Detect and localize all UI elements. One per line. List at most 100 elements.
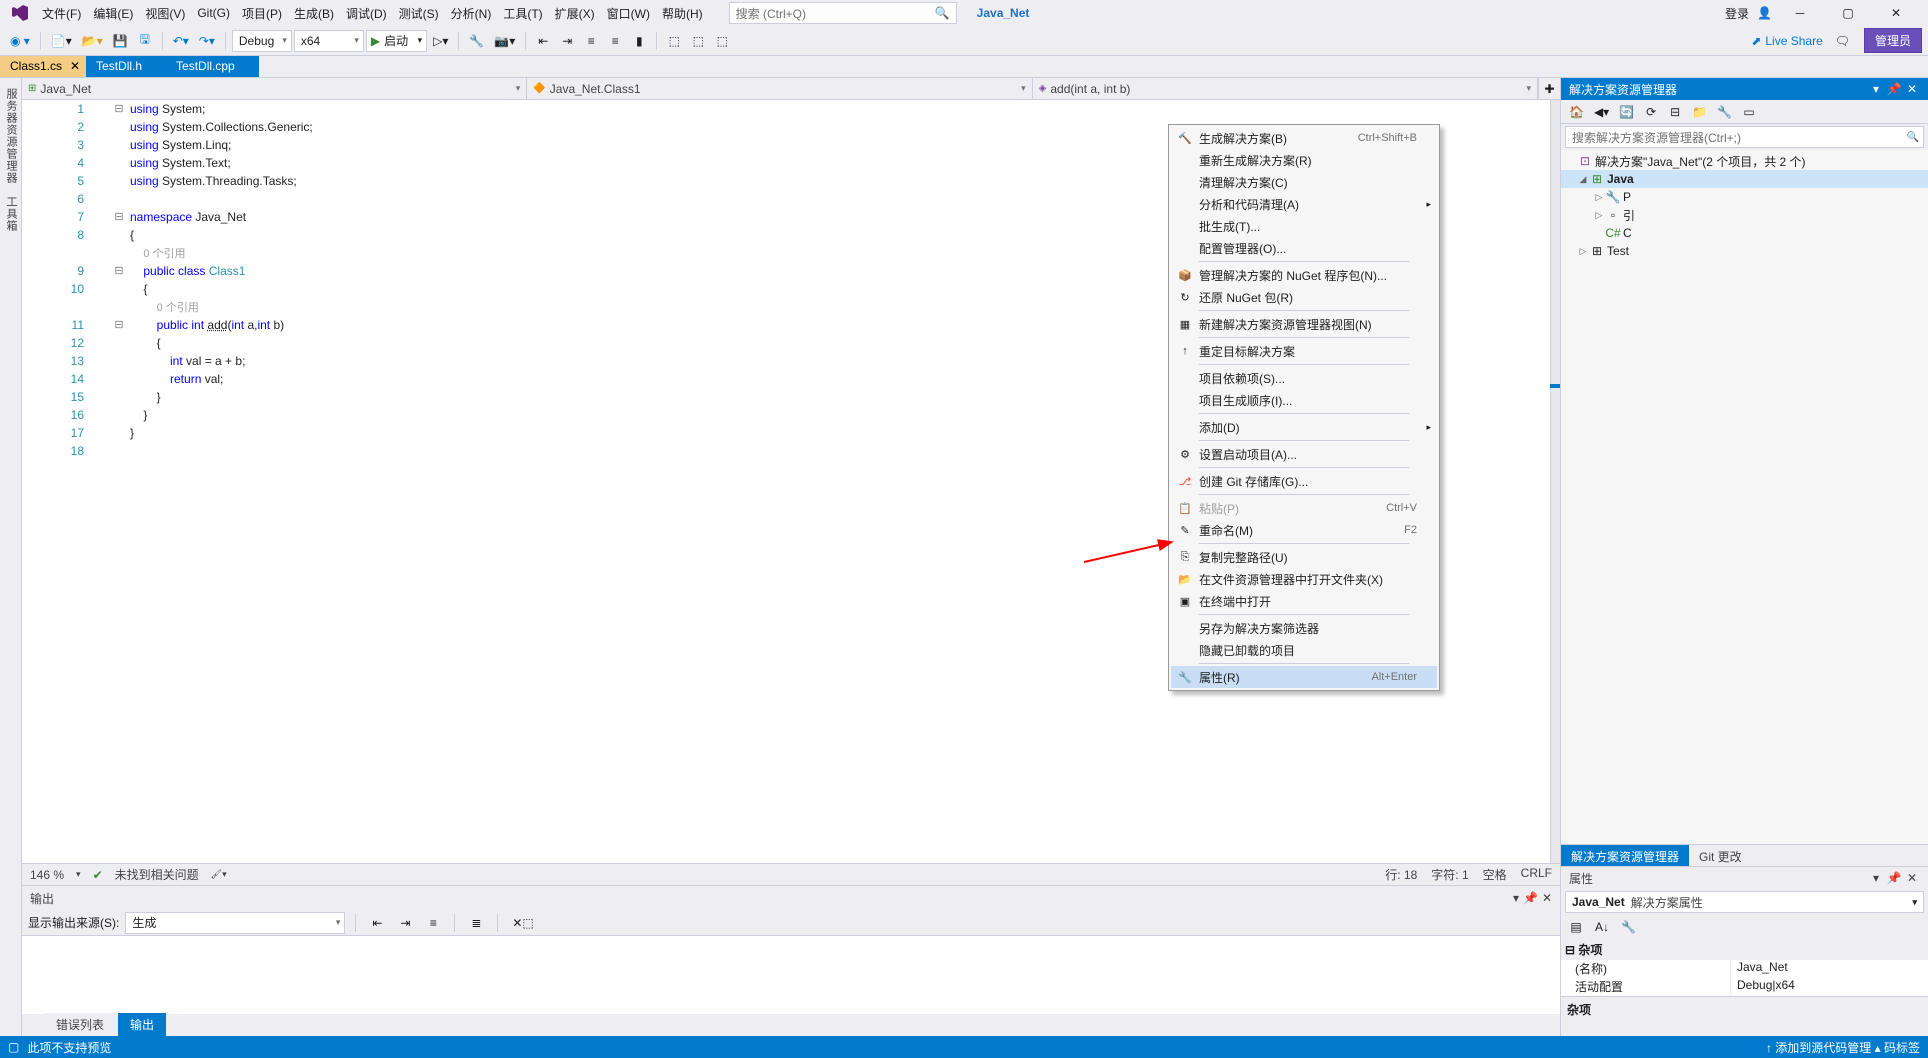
properties-grid[interactable]: ⊟ 杂项 (名称)Java_Net 活动配置Debug|x64: [1561, 939, 1928, 996]
server-explorer-tab[interactable]: 服务器资源管理器: [0, 82, 21, 190]
close-icon[interactable]: ✕: [70, 59, 80, 73]
nav-project[interactable]: ⊞Java_Net: [22, 78, 527, 99]
menu-window[interactable]: 窗口(W): [601, 1, 656, 26]
tb8[interactable]: ⬚: [663, 30, 685, 52]
tree-node-p[interactable]: ▷🔧P: [1561, 188, 1928, 206]
ctx-terminal[interactable]: ▣在终端中打开: [1171, 590, 1437, 612]
save-button[interactable]: 💾: [109, 30, 132, 52]
line-indicator[interactable]: 行: 18: [1385, 866, 1417, 883]
menu-debug[interactable]: 调试(D): [340, 1, 393, 26]
ctx-analyze[interactable]: 分析和代码清理(A)▸: [1171, 193, 1437, 215]
ctx-hide[interactable]: 隐藏已卸载的项目: [1171, 639, 1437, 661]
crlf-indicator[interactable]: CRLF: [1521, 866, 1552, 883]
errors-tab[interactable]: 错误列表: [44, 1013, 116, 1036]
pin-icon[interactable]: 📌: [1886, 82, 1902, 96]
tb3[interactable]: ⇤: [532, 30, 554, 52]
menu-analyze[interactable]: 分析(N): [445, 1, 498, 26]
se-sync-icon[interactable]: 🔄: [1615, 101, 1638, 123]
ctx-batch[interactable]: 批生成(T)...: [1171, 215, 1437, 237]
open-button[interactable]: 📂▾: [78, 30, 107, 52]
ctx-openfolder[interactable]: 📂在文件资源管理器中打开文件夹(X): [1171, 568, 1437, 590]
menu-git[interactable]: Git(G): [191, 2, 236, 24]
status-source-control[interactable]: ↑ 添加到源代码管理 ▴ 码标签: [1766, 1039, 1920, 1056]
se-preview-icon[interactable]: ▭: [1738, 101, 1760, 123]
tb5[interactable]: ≡: [580, 30, 602, 52]
output-text[interactable]: [22, 936, 1560, 1014]
tb6[interactable]: ≡: [604, 30, 626, 52]
menu-file[interactable]: 文件(F): [36, 1, 87, 26]
pin-icon[interactable]: 📌: [1523, 891, 1538, 905]
menu-project[interactable]: 项目(P): [236, 1, 288, 26]
menu-edit[interactable]: 编辑(E): [87, 1, 139, 26]
ot1[interactable]: ⇤: [366, 912, 388, 934]
back-button[interactable]: ◉ ▾: [6, 30, 34, 52]
ctx-startup[interactable]: ⚙设置启动项目(A)...: [1171, 443, 1437, 465]
login-link[interactable]: 登录: [1725, 5, 1749, 22]
close-button[interactable]: ✕: [1876, 0, 1916, 26]
search-input[interactable]: 搜索 (Ctrl+Q)🔍: [729, 2, 957, 24]
admin-button[interactable]: 管理员: [1864, 28, 1922, 53]
se-search-input[interactable]: 搜索解决方案资源管理器(Ctrl+;): [1565, 126, 1924, 148]
menu-test[interactable]: 测试(S): [393, 1, 445, 26]
ctx-saveas[interactable]: 另存为解决方案筛选器: [1171, 617, 1437, 639]
minimize-button[interactable]: ─: [1780, 0, 1820, 26]
menu-extensions[interactable]: 扩展(X): [549, 1, 601, 26]
new-file-button[interactable]: 📄▾: [47, 30, 76, 52]
dropdown-icon[interactable]: ▾: [1868, 82, 1884, 96]
tb9[interactable]: ⬚: [687, 30, 709, 52]
tab-testdll-h[interactable]: TestDll.h: [86, 56, 166, 77]
ctx-properties[interactable]: 🔧属性(R)Alt+Enter: [1171, 666, 1437, 688]
output-source-combo[interactable]: 生成: [125, 912, 345, 934]
tree-node-test[interactable]: ▷⊞Test: [1561, 242, 1928, 260]
debug-target-button[interactable]: ▷▾: [429, 30, 452, 52]
tb4[interactable]: ⇥: [556, 30, 578, 52]
prop-row-config[interactable]: 活动配置Debug|x64: [1561, 978, 1928, 996]
maximize-button[interactable]: ▢: [1828, 0, 1868, 26]
scroll-map[interactable]: [1550, 100, 1560, 863]
dropdown-icon[interactable]: ▾: [1513, 891, 1519, 905]
ctx-add[interactable]: 添加(D)▸: [1171, 416, 1437, 438]
close-icon[interactable]: ✕: [1904, 82, 1920, 96]
col-indicator[interactable]: 字符: 1: [1431, 866, 1468, 883]
platform-combo[interactable]: x64: [294, 30, 364, 52]
split-button[interactable]: ✚: [1538, 78, 1560, 99]
tree-node-ref[interactable]: ▷▫引: [1561, 206, 1928, 224]
nav-class[interactable]: 🔶Java_Net.Class1: [527, 78, 1032, 99]
ctx-clean[interactable]: 清理解决方案(C): [1171, 171, 1437, 193]
user-icon[interactable]: 👤: [1757, 6, 1772, 20]
nav-method[interactable]: ◈add(int a, int b): [1033, 78, 1538, 99]
ot5[interactable]: ✕⬚: [508, 912, 537, 934]
se-properties-icon[interactable]: 🔧: [1713, 101, 1736, 123]
categorized-icon[interactable]: ▤: [1565, 916, 1587, 938]
close-icon[interactable]: ✕: [1542, 891, 1552, 905]
ctx-config[interactable]: 配置管理器(O)...: [1171, 237, 1437, 259]
se-tab[interactable]: 解决方案资源管理器: [1561, 845, 1689, 866]
ctx-newview[interactable]: ▦新建解决方案资源管理器视图(N): [1171, 313, 1437, 335]
se-showall-icon[interactable]: 📁: [1688, 101, 1711, 123]
feedback-button[interactable]: 🗨: [1831, 30, 1854, 52]
menu-help[interactable]: 帮助(H): [656, 1, 709, 26]
menu-build[interactable]: 生成(B): [288, 1, 340, 26]
ctx-gitrepo[interactable]: ⎇创建 Git 存储库(G)...: [1171, 470, 1437, 492]
config-combo[interactable]: Debug: [232, 30, 292, 52]
git-changes-tab[interactable]: Git 更改: [1689, 845, 1752, 866]
project-node-java[interactable]: ◢⊞Java: [1561, 170, 1928, 188]
ot3[interactable]: ≡: [422, 912, 444, 934]
start-debug-button[interactable]: ▶启动: [366, 30, 427, 52]
ctx-rebuild[interactable]: 重新生成解决方案(R): [1171, 149, 1437, 171]
ctx-retarget[interactable]: ↑重定目标解决方案: [1171, 340, 1437, 362]
tb7[interactable]: ▮: [628, 30, 650, 52]
redo-button[interactable]: ↷▾: [195, 30, 219, 52]
ctx-rename[interactable]: ✎重命名(M)F2: [1171, 519, 1437, 541]
save-all-button[interactable]: 🖫: [134, 30, 156, 52]
tree-node-c[interactable]: C#C: [1561, 224, 1928, 242]
props-category[interactable]: ⊟ 杂项: [1561, 939, 1928, 960]
props-object-combo[interactable]: Java_Net解决方案属性: [1565, 891, 1924, 913]
se-refresh-icon[interactable]: ⟳: [1640, 101, 1662, 123]
ctx-order[interactable]: 项目生成顺序(I)...: [1171, 389, 1437, 411]
ctx-build[interactable]: 🔨生成解决方案(B)Ctrl+Shift+B: [1171, 127, 1437, 149]
close-icon[interactable]: ✕: [1904, 871, 1920, 885]
se-back-icon[interactable]: ◀▾: [1590, 101, 1613, 123]
menu-tools[interactable]: 工具(T): [497, 1, 548, 26]
tb10[interactable]: ⬚: [711, 30, 733, 52]
